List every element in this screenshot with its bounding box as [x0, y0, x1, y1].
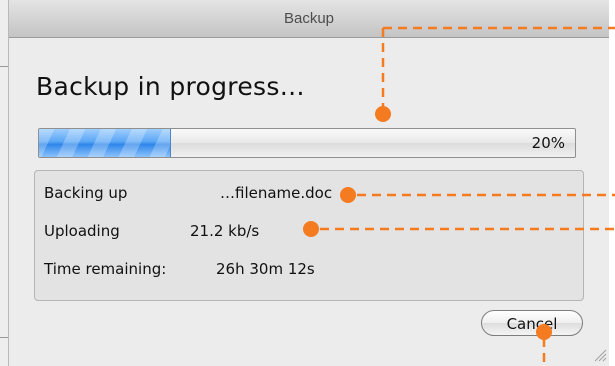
detail-value-time-remaining: 26h 30m 12s [216, 260, 315, 278]
dialog-heading: Backup in progress… [36, 72, 305, 101]
title-bar[interactable]: Backup [9, 0, 609, 38]
detail-label: Uploading [44, 222, 120, 240]
progress-percent: 20% [531, 134, 565, 152]
detail-label: Backing up [44, 184, 128, 202]
window-title: Backup [283, 10, 335, 27]
backup-window: Backup Backup in progress… 20% Backing u… [8, 0, 609, 366]
background-window-divider [0, 337, 8, 338]
detail-value-upload-speed: 21.2 kb/s [190, 222, 260, 240]
detail-label: Time remaining: [44, 260, 167, 278]
screen: Backup Backup in progress… 20% Backing u… [0, 0, 615, 366]
backup-progress-bar: 20% [38, 128, 576, 158]
progress-fill [39, 129, 172, 157]
backup-details-panel: Backing up …filename.doc Uploading 21.2 … [34, 170, 584, 301]
background-window-divider [0, 66, 8, 67]
detail-value-filename: …filename.doc [220, 184, 333, 202]
cancel-button[interactable]: Cancel [481, 310, 583, 336]
resize-grip-icon[interactable] [591, 346, 607, 362]
